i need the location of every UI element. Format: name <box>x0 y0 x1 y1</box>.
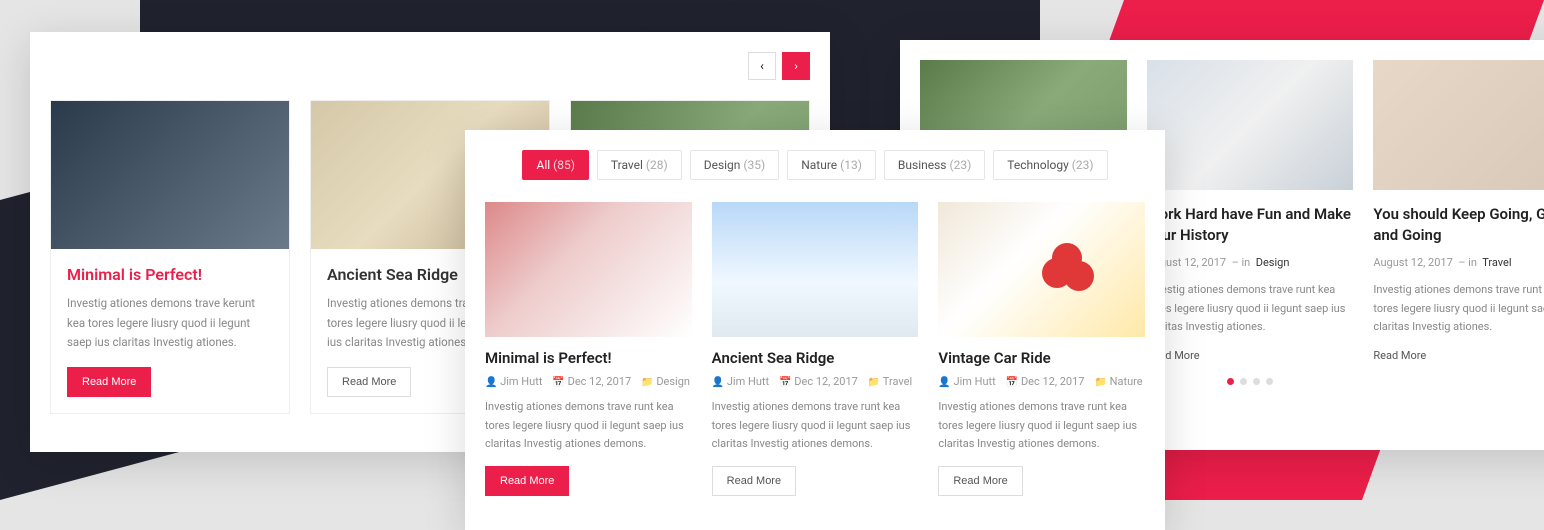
prev-button[interactable]: ‹ <box>748 52 776 80</box>
card-meta: 👤 Jim Hutt 📅 Dec 12, 2017 📁 Nature <box>938 375 1145 388</box>
card-category[interactable]: Travel <box>883 375 912 388</box>
card-meta: 👤 Jim Hutt 📅 Dec 12, 2017 📁 Design <box>485 375 692 388</box>
blog-card: You should Keep Going, Going and Going A… <box>1373 60 1544 362</box>
chevron-left-icon: ‹ <box>760 59 764 73</box>
card-category[interactable]: Design <box>656 375 690 388</box>
card-text: Investig ationes demons trave runt kea t… <box>938 398 1145 454</box>
card-category-link[interactable]: Travel <box>1482 256 1511 269</box>
read-more-button[interactable]: Read More <box>67 367 151 397</box>
read-more-button[interactable]: Read More <box>938 466 1022 496</box>
filter-panel-mid: All (85) Travel (28) Design (35) Nature … <box>465 130 1165 530</box>
card-author: Jim Hutt <box>954 375 996 388</box>
filter-tab-nature[interactable]: Nature (13) <box>787 150 876 180</box>
blog-card: Minimal is Perfect! 👤 Jim Hutt 📅 Dec 12,… <box>485 202 692 496</box>
dot[interactable] <box>1253 378 1260 385</box>
card-text: Investig ationes demons trave runt kea t… <box>1373 281 1544 337</box>
card-date: August 12, 2017 <box>1373 256 1452 269</box>
folder-icon: 📁 <box>868 377 880 388</box>
card-title[interactable]: Minimal is Perfect! <box>67 265 273 284</box>
user-icon: 👤 <box>485 377 497 388</box>
card-image <box>51 101 289 249</box>
card-meta: 👤 Jim Hutt 📅 Dec 12, 2017 📁 Travel <box>712 375 919 388</box>
card-title[interactable]: Vintage Car Ride <box>938 349 1145 367</box>
card-image <box>485 202 692 337</box>
nav-arrows: ‹ › <box>748 52 810 80</box>
dot[interactable] <box>1227 378 1234 385</box>
card-title[interactable]: Ancient Sea Ridge <box>712 349 919 367</box>
card-date: Dec 12, 2017 <box>568 375 632 388</box>
read-more-link[interactable]: Read More <box>1147 349 1354 362</box>
blog-card: Minimal is Perfect! Investig ationes dem… <box>50 100 290 414</box>
folder-icon: 📁 <box>641 377 653 388</box>
card-category[interactable]: Nature <box>1110 375 1143 388</box>
calendar-icon: 📅 <box>552 377 564 388</box>
card-category-link[interactable]: Design <box>1256 256 1290 269</box>
card-title[interactable]: You should Keep Going, Going and Going <box>1373 204 1544 246</box>
card-author: Jim Hutt <box>727 375 769 388</box>
user-icon: 👤 <box>938 377 950 388</box>
filter-tab-travel[interactable]: Travel (28) <box>597 150 682 180</box>
card-text: Investig ationes demons trave kerunt kea… <box>67 294 273 353</box>
card-image <box>938 202 1145 337</box>
cards-row: Minimal is Perfect! 👤 Jim Hutt 📅 Dec 12,… <box>485 202 1145 496</box>
card-text: Investig ationes demons trave runt kea t… <box>485 398 692 454</box>
filter-tab-design[interactable]: Design (35) <box>690 150 779 180</box>
blog-card: Vintage Car Ride 👤 Jim Hutt 📅 Dec 12, 20… <box>938 202 1145 496</box>
read-more-button[interactable]: Read More <box>712 466 796 496</box>
read-more-button[interactable]: Read More <box>327 367 411 397</box>
card-title[interactable]: Work Hard have Fun and Make your History <box>1147 204 1354 246</box>
blog-card: Work Hard have Fun and Make your History… <box>1147 60 1354 362</box>
filter-tab-technology[interactable]: Technology (23) <box>993 150 1107 180</box>
card-text: Investig ationes demons trave runt kea t… <box>1147 281 1354 337</box>
card-image <box>1147 60 1354 190</box>
filter-tab-business[interactable]: Business (23) <box>884 150 985 180</box>
calendar-icon: 📅 <box>1006 377 1018 388</box>
next-button[interactable]: › <box>782 52 810 80</box>
card-image <box>712 202 919 337</box>
filter-tab-all[interactable]: All (85) <box>522 150 588 180</box>
calendar-icon: 📅 <box>779 377 791 388</box>
read-more-button[interactable]: Read More <box>485 466 569 496</box>
card-meta: August 12, 2017 – in Design <box>1147 256 1354 269</box>
folder-icon: 📁 <box>1094 377 1106 388</box>
card-meta: August 12, 2017 – in Travel <box>1373 256 1544 269</box>
card-image <box>1373 60 1544 190</box>
dot[interactable] <box>1240 378 1247 385</box>
user-icon: 👤 <box>712 377 724 388</box>
card-text: Investig ationes demons trave runt kea t… <box>712 398 919 454</box>
blog-card: Ancient Sea Ridge 👤 Jim Hutt 📅 Dec 12, 2… <box>712 202 919 496</box>
chevron-right-icon: › <box>794 59 798 73</box>
read-more-link[interactable]: Read More <box>1373 349 1544 362</box>
card-title[interactable]: Minimal is Perfect! <box>485 349 692 367</box>
card-author: Jim Hutt <box>500 375 542 388</box>
card-date: Dec 12, 2017 <box>794 375 858 388</box>
card-date: Dec 12, 2017 <box>1021 375 1085 388</box>
filter-tabs: All (85) Travel (28) Design (35) Nature … <box>485 150 1145 180</box>
dot[interactable] <box>1266 378 1273 385</box>
